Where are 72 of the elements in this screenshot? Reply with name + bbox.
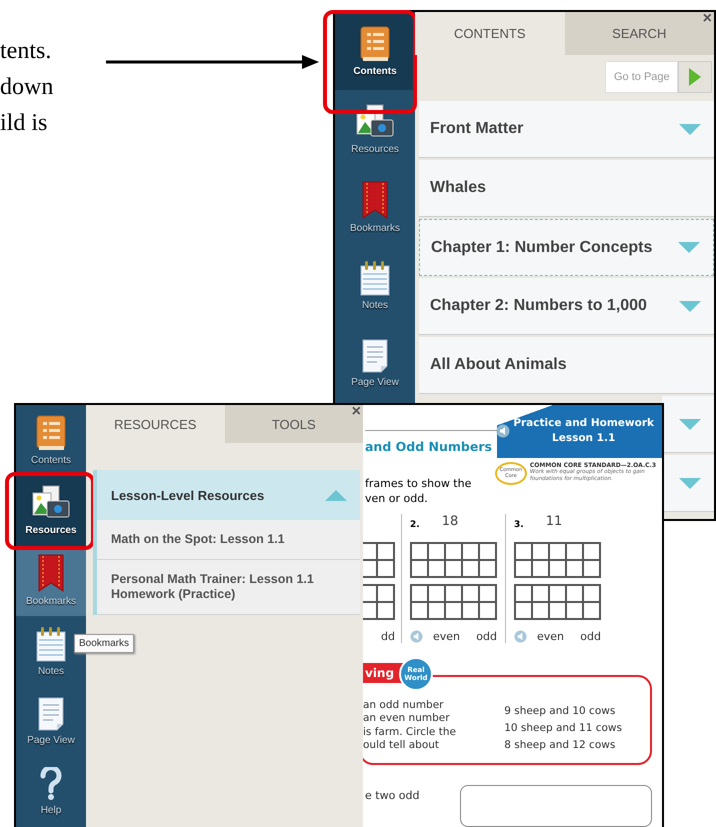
help-icon: [40, 767, 62, 802]
instruction-text: frames to show the: [365, 476, 472, 491]
contents-row[interactable]: All About Animals: [419, 337, 714, 394]
ribbon-icon: [38, 554, 64, 592]
answer-option: 8 sheep and 12 cows: [504, 736, 622, 754]
caret-icon: [324, 488, 348, 502]
sidebar-item[interactable]: Contents: [335, 12, 415, 90]
document-icon: [362, 338, 388, 372]
banner-text: Lesson 1.1: [552, 431, 616, 446]
answer-option: 10 sheep and 11 cows: [504, 720, 622, 737]
problem-value: 18: [442, 514, 458, 529]
question-text: ould tell about: [363, 739, 440, 753]
answer-option: 9 sheep and 10 cows: [504, 702, 622, 720]
contents-row[interactable]: [662, 455, 714, 512]
sidebar-item[interactable]: Page View: [16, 686, 86, 757]
close-button[interactable]: ×: [352, 403, 361, 421]
book-icon: [36, 414, 66, 451]
play-icon: [688, 67, 702, 87]
row-title: Chapter 1: Number Concepts: [431, 238, 652, 256]
tooltip: Bookmarks: [74, 634, 134, 653]
row-title: Whales: [430, 179, 486, 197]
answer-choice: dd: [381, 630, 395, 643]
body-text: ild is: [0, 109, 48, 138]
contents-row[interactable]: [662, 396, 714, 453]
notepad-icon: [36, 626, 66, 662]
answer-box[interactable]: [460, 785, 652, 827]
resource-link[interactable]: Personal Math Trainer: Lesson 1.1 Homework (Practice): [97, 560, 360, 615]
sidebar-item[interactable]: Resources: [335, 90, 415, 168]
contents-row[interactable]: Front Matter: [419, 101, 714, 158]
question-text: an even number: [363, 712, 451, 726]
sidebar-item[interactable]: Contents: [16, 405, 86, 476]
row-title: Front Matter: [430, 120, 524, 138]
question-text: an odd number: [363, 698, 444, 712]
caret-icon: [678, 300, 702, 312]
row-title: All About Animals: [430, 356, 567, 374]
contents-row[interactable]: Chapter 2: Numbers to 1,000: [419, 278, 714, 335]
notepad-icon: [360, 260, 390, 296]
row-title: Chapter 2: Numbers to 1,000: [430, 297, 647, 315]
media-icon: [355, 104, 395, 140]
book-icon: [360, 26, 390, 62]
answer-choice: odd: [476, 630, 497, 643]
problem-value: 11: [546, 514, 562, 529]
problem-number: 2.: [410, 518, 420, 530]
sidebar-item[interactable]: Notes: [335, 246, 415, 324]
answer-choice: odd: [580, 630, 601, 643]
sidebar-item[interactable]: Bookmarks: [335, 168, 415, 246]
question-text: e two odd: [365, 789, 420, 802]
caret-icon: [677, 241, 701, 254]
body-text: down: [0, 73, 54, 102]
answer-choice: even: [433, 630, 460, 643]
caret-icon: [678, 122, 702, 136]
document-icon: [38, 696, 64, 731]
contents-row[interactable]: Chapter 1: Number Concepts: [419, 219, 714, 276]
caret-icon: [678, 418, 702, 430]
problem-number: 3.: [514, 518, 524, 530]
sidebar-item[interactable]: Page View: [335, 324, 415, 402]
go-to-page-field[interactable]: Go to Page: [605, 61, 678, 93]
answer-choice: even: [537, 630, 564, 643]
question-text: is farm. Circle the: [363, 726, 456, 740]
speaker-icon[interactable]: [496, 424, 510, 438]
resource-link[interactable]: Math on the Spot: Lesson 1.1: [97, 520, 360, 560]
body-text: tents.: [0, 37, 52, 66]
sidebar-item[interactable]: Help: [16, 756, 86, 827]
sidebar-item[interactable]: Resources: [16, 475, 86, 546]
go-button[interactable]: [678, 61, 712, 93]
contents-row[interactable]: Whales: [419, 160, 714, 217]
ribbon-icon: [362, 180, 388, 218]
close-button[interactable]: ×: [702, 10, 712, 28]
caret-icon: [678, 476, 702, 490]
instruction-text: ven or odd.: [365, 490, 429, 506]
banner-text: Practice and Homework: [513, 416, 654, 432]
section-header[interactable]: Lesson-Level Resources: [97, 470, 360, 520]
